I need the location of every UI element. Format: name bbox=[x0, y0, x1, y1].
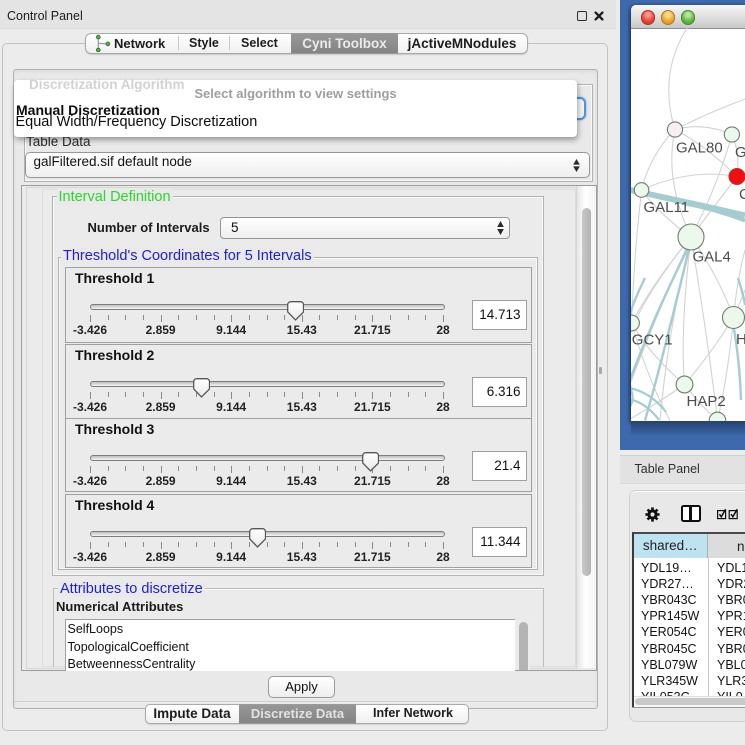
svg-text:HAP2: HAP2 bbox=[687, 393, 726, 410]
svg-text:GAL11: GAL11 bbox=[644, 199, 690, 216]
svg-text:GCY1: GCY1 bbox=[632, 332, 673, 349]
svg-text:GAL4: GAL4 bbox=[693, 249, 731, 266]
svg-text:GA: GA bbox=[735, 144, 745, 161]
svg-text:C: C bbox=[739, 186, 745, 203]
svg-text:H: H bbox=[736, 331, 745, 348]
svg-text:GAL80: GAL80 bbox=[676, 140, 723, 157]
